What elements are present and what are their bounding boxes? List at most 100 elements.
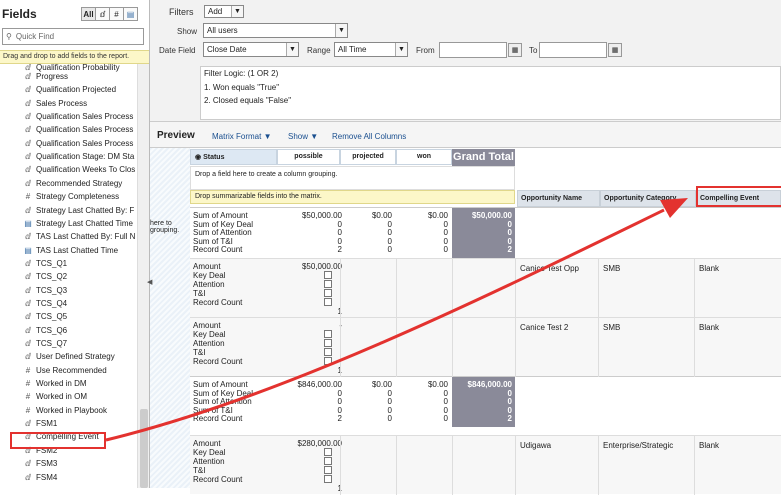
show-dropdown[interactable]: Show ▼ — [288, 132, 318, 141]
to-label: To — [529, 46, 538, 55]
from-date-input[interactable] — [439, 42, 507, 58]
chevron-down-icon: ▼ — [335, 24, 347, 37]
to-date-input[interactable] — [539, 42, 607, 58]
field-label: FSM4 — [36, 472, 58, 482]
checkbox[interactable] — [324, 457, 332, 465]
checkbox[interactable] — [324, 298, 332, 306]
date-field-select[interactable]: Close Date ▼ — [203, 42, 299, 57]
detail-amount: $50,000.00 — [301, 262, 342, 271]
field-item[interactable]: ⅆ TCS_Q1 — [24, 257, 67, 270]
field-item[interactable]: ⅆ Qualification Sales Process — [24, 123, 133, 136]
field-item[interactable]: ▤ Strategy Last Chatted Time — [24, 217, 133, 230]
field-item[interactable]: ⅆ Progress — [24, 70, 68, 83]
tab-text[interactable]: ⅆ — [95, 7, 110, 21]
field-item[interactable]: ⅆ FSM4 — [24, 471, 57, 484]
possible-value: 2 — [337, 245, 342, 254]
opportunity-name-cell: Udigawa — [520, 441, 552, 450]
field-label: Strategy Last Chatted By: F — [36, 205, 135, 215]
field-label: Qualification Stage: DM Sta — [36, 152, 135, 162]
detail-label: T&I — [193, 348, 206, 357]
matrix-format-label: Matrix Format — [212, 132, 262, 141]
grand-total-header: Grand Total — [452, 149, 515, 167]
filter-1[interactable]: 1. Won equals "True" — [204, 83, 279, 92]
field-label: TCS_Q6 — [36, 325, 68, 335]
field-item[interactable]: ⅆ User Defined Strategy — [24, 350, 115, 363]
checkbox[interactable] — [324, 271, 332, 279]
column-divider — [598, 259, 599, 318]
field-item[interactable]: ⅆ Qualification Stage: DM Sta — [24, 150, 134, 163]
detail-amount: - — [280, 321, 342, 330]
column-divider — [452, 318, 453, 377]
compelling-event-column-highlight — [696, 186, 781, 207]
quick-find-input[interactable]: ⚲ Quick Find — [2, 28, 144, 45]
tab-all[interactable]: All — [81, 7, 96, 21]
detail-header-opportunity-category[interactable]: Opportunity Category — [600, 190, 696, 207]
field-item[interactable]: ⅆ FSM3 — [24, 457, 57, 470]
checkbox[interactable] — [324, 339, 332, 347]
filters-label: Filters — [169, 7, 194, 17]
column-divider — [452, 259, 453, 318]
checkbox[interactable] — [324, 289, 332, 297]
checkbox[interactable] — [324, 357, 332, 365]
text-icon: ⅆ — [25, 205, 31, 215]
column-grouping-dropzone[interactable]: Drop a field here to create a column gro… — [190, 166, 515, 190]
detail-header-opportunity-name[interactable]: Opportunity Name — [517, 190, 600, 207]
field-item[interactable]: ⅆ Strategy Last Chatted By: F — [24, 204, 134, 217]
checkbox[interactable] — [324, 330, 332, 338]
field-item[interactable]: # Strategy Completeness — [24, 190, 119, 203]
field-item[interactable]: ⅆ TCS_Q5 — [24, 310, 67, 323]
detail-label: Amount — [193, 439, 221, 448]
field-label: TCS_Q4 — [36, 298, 68, 308]
field-item[interactable]: ⅆ TCS_Q4 — [24, 297, 67, 310]
compelling-event-cell: Blank — [699, 264, 720, 273]
field-item[interactable]: ⅆ Qualification Weeks To Clos — [24, 163, 135, 176]
calendar-icon[interactable]: ▦ — [508, 43, 522, 57]
field-item[interactable]: ▤ TAS Last Chatted Time — [24, 244, 118, 257]
status-header[interactable]: ◉ Status — [190, 149, 277, 165]
scrollbar-thumb[interactable] — [140, 409, 148, 488]
tab-number[interactable]: # — [109, 7, 124, 21]
field-label: Qualification Sales Process — [36, 125, 134, 135]
field-item[interactable]: ⅆ Qualification Sales Process — [24, 110, 133, 123]
field-list-scrollbar[interactable] — [137, 64, 149, 488]
field-item[interactable]: # Use Recommended — [24, 364, 107, 377]
field-label: FSM3 — [36, 459, 58, 469]
field-item[interactable]: ⅆ Sales Process — [24, 97, 87, 110]
field-label: Progress — [36, 72, 69, 81]
field-item[interactable]: ⅆ TCS_Q2 — [24, 270, 67, 283]
row-grouping-dropzone[interactable]: here to grouping. — [150, 148, 190, 488]
summary-dropzone[interactable]: Drop summarizable fields into the matrix… — [190, 190, 515, 204]
checkbox[interactable] — [324, 348, 332, 356]
checkbox[interactable] — [324, 280, 332, 288]
remove-all-columns-link[interactable]: Remove All Columns — [332, 132, 406, 141]
field-item[interactable]: # Worked in DM — [24, 377, 87, 390]
show-select[interactable]: All users ▼ — [203, 23, 348, 38]
chevron-down-icon: ▼ — [310, 132, 319, 141]
range-select[interactable]: All Time ▼ — [334, 42, 408, 57]
field-item[interactable]: # Worked in Playbook — [24, 404, 107, 417]
field-item[interactable]: # Worked in OM — [24, 390, 87, 403]
filter-2[interactable]: 2. Closed equals "False" — [204, 96, 291, 105]
column-divider — [340, 259, 341, 318]
checkbox[interactable] — [324, 466, 332, 474]
field-item[interactable]: ⅆ TAS Last Chatted By: Full N — [24, 230, 135, 243]
field-item[interactable]: ⅆ Qualification Sales Process — [24, 137, 133, 150]
opportunity-category-cell: Enterprise/Strategic — [603, 441, 674, 450]
add-filter-button[interactable]: Add ▼ — [204, 5, 244, 18]
field-item[interactable]: ⅆ Qualification Projected — [24, 83, 116, 96]
field-item[interactable]: ⅆ TCS_Q3 — [24, 284, 67, 297]
field-item[interactable]: ⅆ FSM1 — [24, 417, 57, 430]
side-drop-text: here to grouping. — [150, 220, 180, 234]
text-icon: ⅆ — [25, 419, 31, 429]
calendar-icon[interactable]: ▦ — [608, 43, 622, 57]
checkbox[interactable] — [324, 475, 332, 483]
field-item[interactable]: ⅆ TCS_Q7 — [24, 337, 67, 350]
collapse-handle-icon[interactable]: ◀ — [147, 278, 153, 288]
preview-toolbar: Preview Matrix Format ▼ Show ▼ Remove Al… — [150, 122, 781, 148]
matrix-format-dropdown[interactable]: Matrix Format ▼ — [212, 132, 272, 141]
tab-date[interactable]: ▤ — [123, 7, 138, 21]
field-item[interactable]: ⅆ Recommended Strategy — [24, 177, 122, 190]
field-item[interactable]: ⅆ TCS_Q6 — [24, 324, 67, 337]
checkbox[interactable] — [324, 448, 332, 456]
text-icon: ⅆ — [25, 312, 31, 322]
